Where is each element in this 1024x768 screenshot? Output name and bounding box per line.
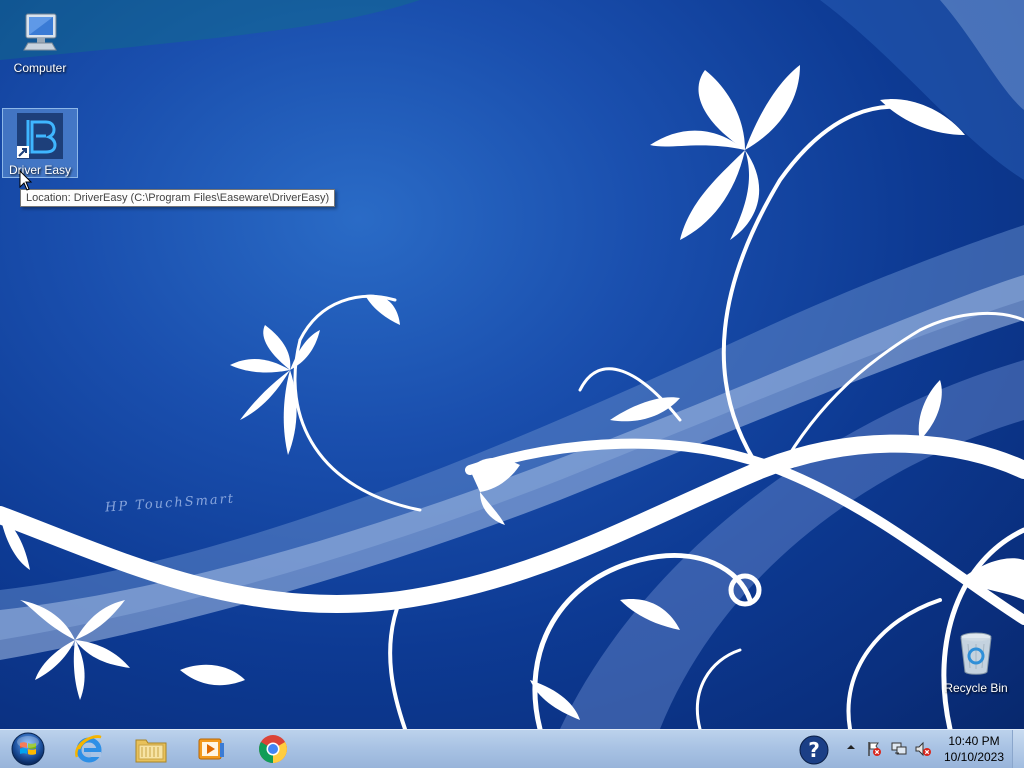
- desktop-icon-label: Recycle Bin: [944, 681, 1008, 695]
- desktop-wallpaper[interactable]: HP TouchSmart: [0, 0, 1024, 729]
- desktop-icon-label: Computer: [13, 61, 67, 75]
- location-tooltip: Location: DriverEasy (C:\Program Files\E…: [20, 189, 336, 207]
- start-button[interactable]: [2, 731, 54, 767]
- media-player-icon: [198, 738, 224, 760]
- desktop-icon-recycle-bin[interactable]: Recycle Bin: [938, 630, 1014, 695]
- taskbar-media-player[interactable]: [184, 731, 238, 767]
- taskbar-windows-explorer[interactable]: [124, 731, 178, 767]
- taskbar: ? 10:40 PM 10/10/2023: [0, 729, 1024, 768]
- windows-orb-icon: [11, 732, 45, 766]
- taskbar-clock[interactable]: 10:40 PM 10/10/2023: [936, 733, 1012, 765]
- floral-wallpaper-art: [0, 0, 1024, 729]
- show-hidden-icons-arrow[interactable]: [846, 742, 856, 752]
- action-center-flag-icon[interactable]: [866, 741, 882, 757]
- volume-muted-icon[interactable]: [915, 741, 931, 757]
- show-desktop-button[interactable]: [1012, 730, 1024, 768]
- driver-easy-icon: [17, 113, 63, 159]
- desktop-icon-label: Driver Easy: [8, 163, 71, 177]
- network-icon[interactable]: [891, 741, 907, 757]
- svg-text:?: ?: [808, 738, 820, 762]
- folder-icon: [135, 739, 167, 763]
- mouse-cursor-icon: [19, 170, 33, 191]
- desktop-icon-computer[interactable]: Computer: [2, 8, 78, 75]
- clock-time: 10:40 PM: [948, 734, 1000, 748]
- clock-date: 10/10/2023: [943, 750, 1005, 764]
- desktop-icon-driver-easy[interactable]: Driver Easy: [2, 108, 78, 178]
- help-icon[interactable]: ?: [798, 734, 830, 766]
- internet-explorer-icon: [75, 735, 102, 763]
- taskbar-google-chrome[interactable]: [246, 731, 300, 767]
- computer-icon: [23, 13, 57, 51]
- recycle-bin-icon: [960, 632, 992, 675]
- chrome-icon: [259, 735, 287, 763]
- taskbar-internet-explorer[interactable]: [62, 731, 116, 767]
